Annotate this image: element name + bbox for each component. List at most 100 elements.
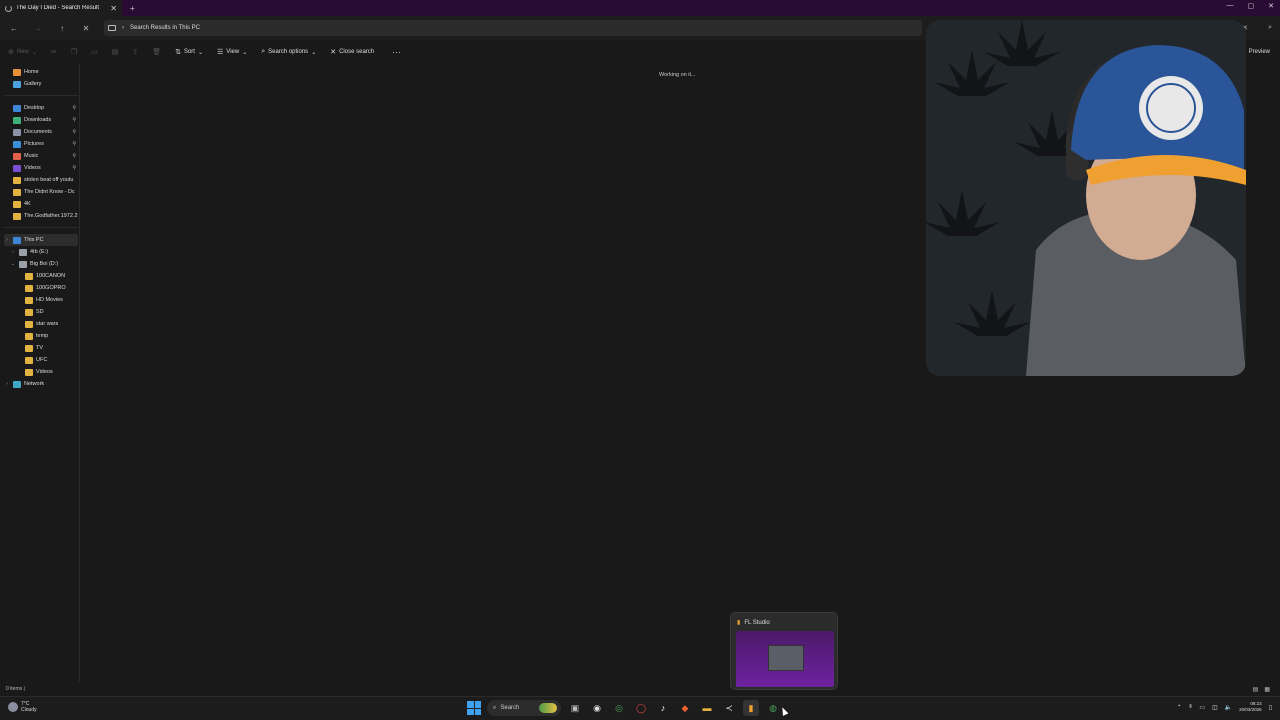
capcut-icon[interactable]: ≺ <box>721 700 737 716</box>
folder-icon <box>13 236 21 244</box>
folder-icon <box>25 344 33 352</box>
folder-icon <box>19 260 27 268</box>
sidebar-item[interactable]: Gallery <box>4 78 78 90</box>
chevron-down-icon[interactable]: ⌄ <box>10 261 16 267</box>
file-explorer-icon[interactable]: ▬ <box>699 700 715 716</box>
pin-icon: ⚲ <box>72 105 76 111</box>
tab-close-icon[interactable]: ✕ <box>110 4 117 13</box>
sidebar-item[interactable]: The Didnt Know - Dc <box>4 186 78 198</box>
details-view-icon[interactable]: ▤ <box>1253 686 1259 693</box>
close-window-button[interactable]: ✕ <box>1268 2 1274 10</box>
sidebar-item[interactable]: Videos ⚲ <box>4 162 78 174</box>
obs-icon[interactable]: ◉ <box>589 700 605 716</box>
sidebar-item-label: UFC <box>36 357 48 363</box>
share-button[interactable]: ⇪ <box>132 48 138 56</box>
opera-icon[interactable]: ◯ <box>633 700 649 716</box>
sidebar-item[interactable]: Videos <box>4 366 78 378</box>
chevron-up-icon[interactable]: ⌃ <box>1177 704 1182 711</box>
taskbar-thumbnail-preview[interactable]: ▮ FL Studio <box>730 612 838 690</box>
forward-button[interactable]: → <box>32 24 44 33</box>
close-search-button[interactable]: ✕ Close search <box>330 48 374 56</box>
sidebar-item-label: Home <box>24 69 39 75</box>
weather-widget[interactable]: 7°C Cloudy <box>8 701 37 713</box>
pin-icon: ⚲ <box>72 129 76 135</box>
sidebar-item-label: HD Movies <box>36 297 63 303</box>
sidebar-item[interactable]: › 4tb (E:) <box>4 246 78 258</box>
sidebar-item[interactable]: HD Movies <box>4 294 78 306</box>
chevron-right-icon: › <box>122 25 124 31</box>
copy-button[interactable]: ❐ <box>71 48 77 56</box>
sidebar-item[interactable]: › Network <box>4 378 78 390</box>
display-icon[interactable]: ▭ <box>1199 704 1205 711</box>
sort-icon: ⇅ <box>175 49 181 56</box>
search-options-button[interactable]: ⌕ Search options ⌄ <box>261 48 316 56</box>
brave-icon[interactable]: ◆ <box>677 700 693 716</box>
sidebar-item[interactable]: TV <box>4 342 78 354</box>
chevron-right-icon[interactable]: › <box>4 237 10 243</box>
back-button[interactable]: ← <box>8 24 20 33</box>
sidebar-item[interactable]: temp <box>4 330 78 342</box>
chrome-icon[interactable]: ◎ <box>611 700 627 716</box>
fl-studio-taskbar-icon[interactable]: ▮ <box>743 700 759 716</box>
view-icon: ☰ <box>217 49 224 56</box>
trash-icon: 🗑 <box>152 49 162 56</box>
folder-icon <box>13 380 21 388</box>
tiles-view-icon[interactable]: ▦ <box>1264 686 1270 693</box>
clock[interactable]: 08:23 20/03/2026 <box>1239 701 1262 713</box>
sidebar-item[interactable]: Home <box>4 66 78 78</box>
minimize-button[interactable]: — <box>1227 2 1234 10</box>
explorer-tab[interactable]: The Day I Died - Search Result ✕ <box>0 0 122 16</box>
sidebar-item[interactable]: stolen beat off youtu <box>4 174 78 186</box>
view-button[interactable]: ☰ View ⌄ <box>217 48 247 56</box>
paste-button[interactable]: ▭ <box>91 48 98 56</box>
sidebar-item[interactable]: 100CANON <box>4 270 78 282</box>
chevron-right-icon[interactable]: › <box>4 381 10 387</box>
thumbnail-image <box>736 631 834 687</box>
sidebar-item[interactable]: ⌄ Big Boi (D:) <box>4 258 78 270</box>
sidebar-item[interactable]: The.Godfather.1972.2 <box>4 210 78 222</box>
preview-button[interactable]: Preview <box>1249 49 1270 55</box>
microphone-icon[interactable]: ⌽ <box>1189 704 1193 711</box>
chevron-right-icon[interactable]: › <box>10 249 16 255</box>
new-button[interactable]: ⊕ New ⌄ <box>8 48 37 56</box>
task-view-icon[interactable]: ▣ <box>567 700 583 716</box>
folder-icon <box>25 356 33 364</box>
folder-icon <box>25 296 33 304</box>
sidebar-item[interactable]: 4K <box>4 198 78 210</box>
sidebar-item[interactable]: star wars <box>4 318 78 330</box>
this-pc-icon <box>108 25 116 31</box>
up-button[interactable]: ↑ <box>56 24 68 33</box>
network-icon[interactable]: ◫ <box>1212 704 1218 711</box>
address-bar[interactable]: › Search Results in This PC <box>104 20 922 36</box>
sidebar-item[interactable]: UFC <box>4 354 78 366</box>
delete-button[interactable]: 🗑 <box>152 48 161 56</box>
status-bar: 0 items | <box>6 686 25 692</box>
start-button[interactable] <box>467 701 481 715</box>
sidebar-item[interactable]: Music ⚲ <box>4 150 78 162</box>
sidebar-item[interactable]: Pictures ⚲ <box>4 138 78 150</box>
more-options-button[interactable]: ··· <box>392 47 401 57</box>
cut-button[interactable]: ✂ <box>51 48 57 56</box>
sidebar-item-label: 4K <box>24 201 31 207</box>
copy-icon: ❐ <box>70 49 78 56</box>
taskbar-search[interactable]: ⌕ Search <box>487 700 561 716</box>
stop-button[interactable]: ✕ <box>80 24 92 33</box>
maximize-button[interactable]: ▢ <box>1248 2 1255 10</box>
sidebar-item[interactable]: › This PC <box>4 234 78 246</box>
folder-icon <box>19 248 27 256</box>
sort-button[interactable]: ⇅ Sort ⌄ <box>175 48 203 56</box>
sidebar-item[interactable]: Desktop ⚲ <box>4 102 78 114</box>
sidebar-item[interactable]: 100GOPRO <box>4 282 78 294</box>
new-tab-button[interactable]: + <box>130 4 135 13</box>
sidebar-item[interactable]: Documents ⚲ <box>4 126 78 138</box>
sidebar-item-label: Downloads <box>24 117 52 123</box>
sidebar-item[interactable]: Downloads ⚲ <box>4 114 78 126</box>
volume-icon[interactable]: 🔈 <box>1225 704 1232 711</box>
rename-button[interactable]: ▤ <box>112 48 119 56</box>
tiktok-icon[interactable]: ♪ <box>655 700 671 716</box>
address-location: Search Results in This PC <box>130 25 200 31</box>
notifications-icon[interactable]: ▯ <box>1269 704 1272 711</box>
folder-icon <box>25 284 33 292</box>
sidebar-item[interactable]: SD <box>4 306 78 318</box>
search-box[interactable]: ✕ ⌕ <box>1242 20 1272 36</box>
